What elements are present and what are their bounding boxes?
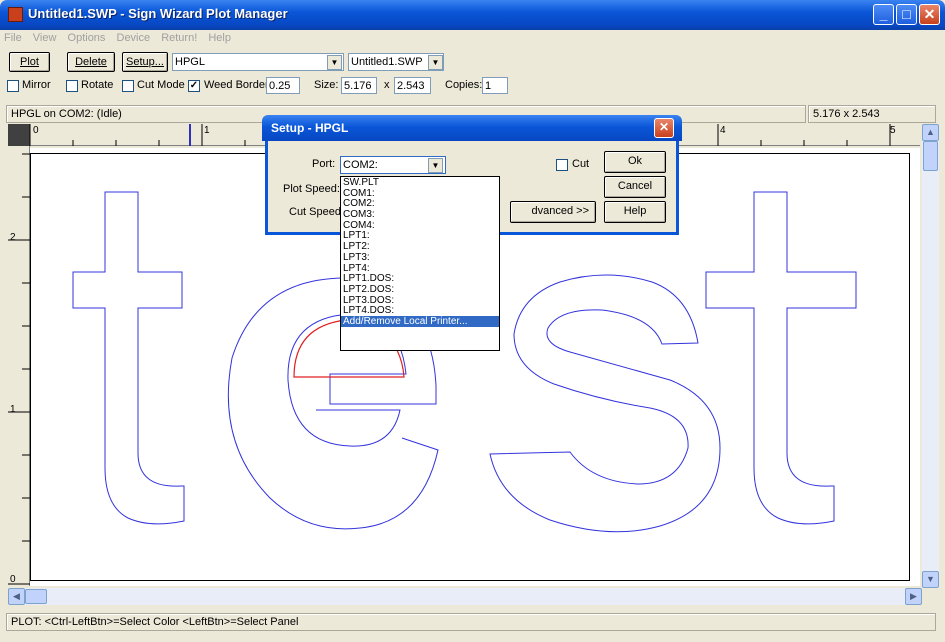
weed-border-input[interactable]: 0.25 (266, 77, 300, 94)
plot-button[interactable]: Plot (9, 52, 50, 72)
port-dropdown-arrow-icon[interactable]: ▼ (428, 158, 443, 173)
help-button[interactable]: Help (604, 201, 666, 223)
setup-button[interactable]: Setup... (122, 52, 168, 72)
scroll-up-icon[interactable]: ▲ (922, 124, 939, 141)
menu-return[interactable]: Return! (157, 30, 201, 46)
weed-border-checkbox[interactable]: ✓ (188, 80, 200, 92)
size-width-input[interactable]: 5.176 (341, 77, 377, 94)
file-dropdown-arrow-icon[interactable]: ▼ (428, 55, 443, 70)
size-x-label: x (384, 79, 390, 91)
plot-speed-label: Plot Speed: (283, 183, 340, 195)
dialog-title: Setup - HPGL (271, 121, 349, 135)
window-title: Untitled1.SWP - Sign Wizard Plot Manager (28, 6, 288, 21)
maximize-button[interactable]: □ (896, 4, 917, 25)
size-label: Size: (314, 79, 339, 91)
menu-view[interactable]: View (29, 30, 61, 46)
advanced-button[interactable]: dvanced >> (510, 201, 596, 223)
menu-device[interactable]: Device (113, 30, 155, 46)
menu-file[interactable]: File (0, 30, 26, 46)
horizontal-scroll-thumb[interactable] (25, 589, 47, 604)
ruler-label-4: 4 (720, 125, 726, 136)
cut-label: Cut (572, 158, 590, 170)
cut-speed-label: Cut Speed: (289, 206, 345, 218)
cancel-button[interactable]: Cancel (604, 176, 666, 198)
ok-button[interactable]: Ok (604, 151, 666, 173)
app-icon[interactable] (8, 7, 23, 22)
ruler-left-label-2: 2 (10, 232, 16, 243)
ruler-left: 2 1 0 (8, 146, 30, 586)
port-label: Port: (312, 158, 336, 170)
port-option[interactable]: LPT1.DOS: (341, 273, 499, 284)
scroll-left-icon[interactable]: ◀ (8, 588, 25, 605)
port-option[interactable]: COM3: (341, 209, 499, 220)
menu-bar: File View Options Device Return! Help (0, 30, 945, 48)
mirror-label: Mirror (22, 79, 51, 91)
copies-input[interactable]: 1 (482, 77, 508, 94)
ruler-label-1: 1 (204, 125, 210, 136)
scroll-right-icon[interactable]: ▶ (905, 588, 922, 605)
port-option[interactable]: COM2: (341, 198, 499, 210)
device-dropdown-arrow-icon[interactable]: ▼ (327, 55, 342, 70)
letter-t-left (72, 191, 185, 525)
device-select[interactable]: HPGL (172, 53, 344, 71)
ruler-label-5: 5 (890, 125, 896, 136)
close-button[interactable]: ✕ (919, 4, 940, 25)
copies-label: Copies: (445, 79, 483, 91)
dialog-close-button[interactable]: ✕ (654, 118, 674, 138)
port-option[interactable]: LPT4: (341, 263, 499, 274)
minimize-button[interactable]: _ (873, 4, 894, 25)
weed-border-label: Weed Border (204, 79, 269, 91)
menu-options[interactable]: Options (64, 30, 110, 46)
port-option[interactable]: LPT2: (341, 241, 499, 252)
size-status: 5.176 x 2.543 (808, 105, 936, 123)
cut-checkbox[interactable] (556, 159, 568, 171)
bottom-status: PLOT: <Ctrl-LeftBtn>=Select Color <LeftB… (6, 613, 936, 631)
port-option[interactable]: LPT1: (341, 230, 499, 242)
port-option[interactable]: LPT3: (341, 252, 499, 263)
port-option[interactable]: SW.PLT (341, 177, 499, 188)
cutmode-checkbox[interactable] (122, 80, 134, 92)
horizontal-scrollbar[interactable]: ◀ ▶ (8, 588, 922, 605)
ruler-left-label-1: 1 (10, 404, 16, 415)
letter-s (489, 274, 721, 533)
vertical-scroll-thumb[interactable] (923, 141, 938, 171)
cutmode-label: Cut Mode (137, 79, 185, 91)
port-option[interactable]: LPT4.DOS: (341, 305, 499, 316)
mirror-checkbox[interactable] (7, 80, 19, 92)
port-option[interactable]: Add/Remove Local Printer... (341, 315, 499, 327)
port-option[interactable]: COM1: (341, 188, 499, 199)
rotate-label: Rotate (81, 79, 114, 91)
ruler-left-label-0: 0 (10, 574, 16, 585)
rotate-checkbox[interactable] (66, 80, 78, 92)
size-height-input[interactable]: 2.543 (394, 77, 431, 94)
scroll-down-icon[interactable]: ▼ (922, 571, 939, 588)
letter-t-right (705, 191, 857, 525)
port-option[interactable]: COM4: (341, 220, 499, 231)
delete-button[interactable]: Delete (67, 52, 115, 72)
port-dropdown-list[interactable]: SW.PLT COM1: COM2: COM3: COM4: LPT1: LPT2: LPT3… (340, 176, 500, 351)
vertical-scrollbar[interactable]: ▲ ▼ (922, 124, 939, 588)
ruler-label-0: 0 (33, 125, 39, 136)
port-option[interactable]: LPT2.DOS: (341, 284, 499, 295)
port-option[interactable]: LPT3.DOS: (341, 295, 499, 306)
menu-help[interactable]: Help (204, 30, 235, 46)
